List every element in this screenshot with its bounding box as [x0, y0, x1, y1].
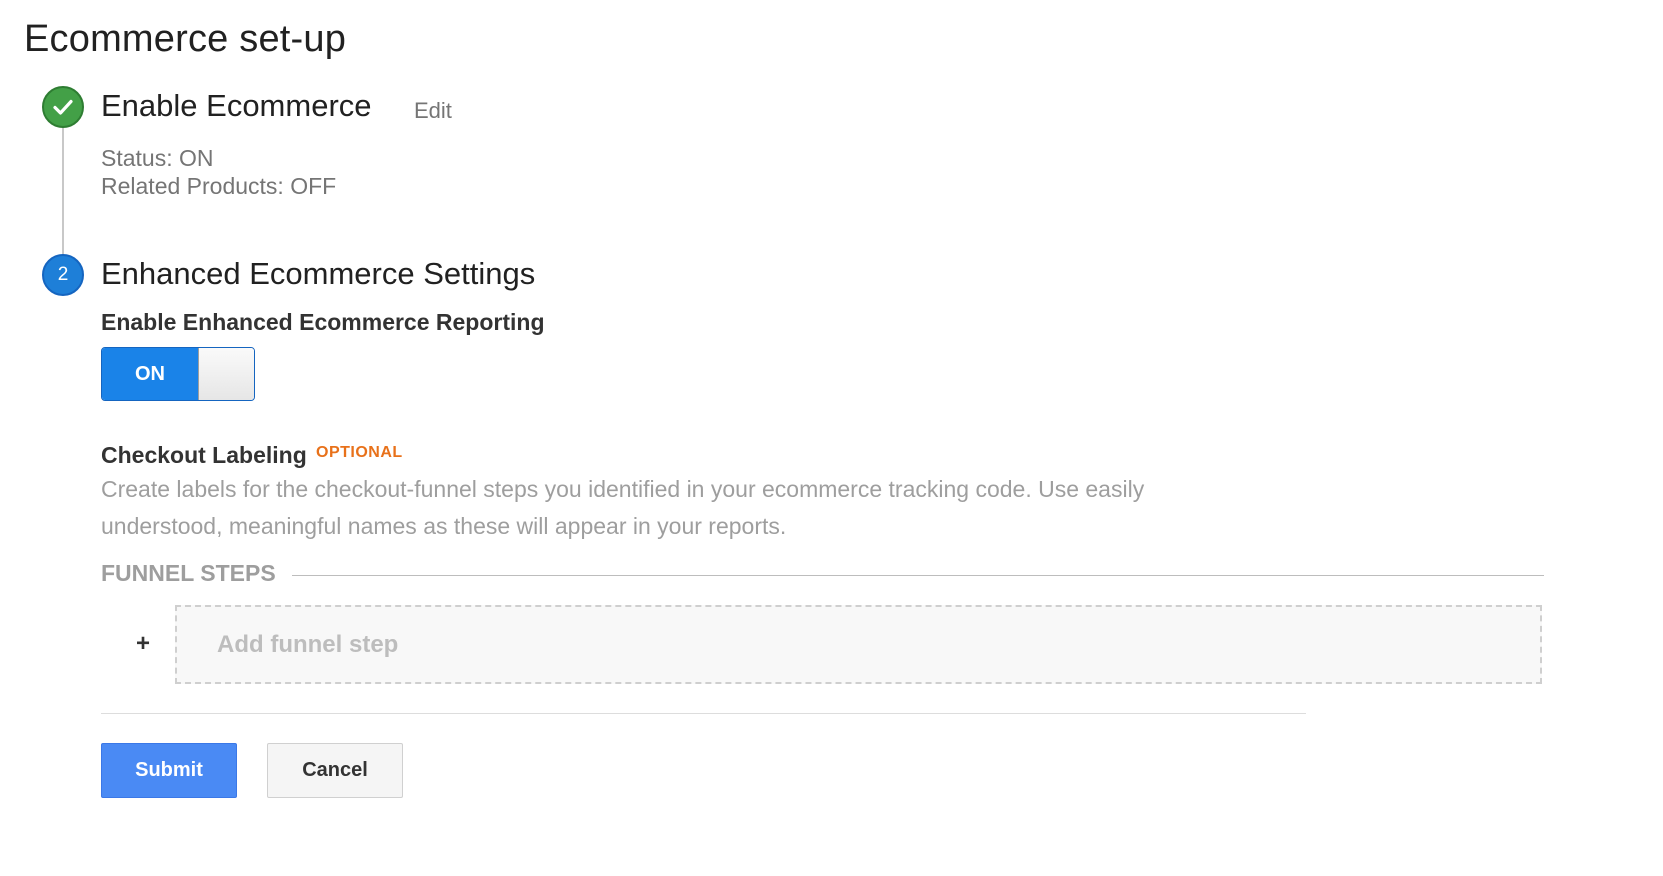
cancel-button[interactable]: Cancel [267, 743, 403, 798]
plus-icon[interactable]: + [136, 630, 150, 658]
step-connector-line [62, 112, 64, 262]
toggle-on-label: ON [102, 348, 198, 400]
add-funnel-step-button[interactable]: Add funnel step [175, 605, 1542, 684]
checkmark-icon [53, 99, 73, 115]
checkout-labeling-description: Create labels for the checkout-funnel st… [101, 476, 1145, 539]
related-products-status-text: Related Products: OFF [101, 173, 337, 199]
step-2-number: 2 [57, 264, 69, 285]
funnel-steps-header: FUNNEL STEPS [101, 560, 276, 586]
page-title: Ecommerce set-up [24, 18, 347, 60]
submit-button[interactable]: Submit [101, 743, 237, 798]
enhanced-reporting-label: Enable Enhanced Ecommerce Reporting [101, 309, 545, 335]
funnel-steps-divider [292, 575, 1544, 576]
optional-tag: OPTIONAL [316, 444, 403, 461]
add-funnel-step-label: Add funnel step [217, 630, 399, 658]
step-2-title: Enhanced Ecommerce Settings [101, 256, 536, 291]
step-2-badge: 2 [42, 254, 84, 296]
toggle-knob [198, 348, 254, 400]
footer-divider [101, 713, 1306, 714]
step-complete-badge [42, 86, 84, 128]
edit-link[interactable]: Edit [414, 98, 452, 124]
enhanced-reporting-toggle[interactable]: ON [101, 347, 255, 401]
step-1-title: Enable Ecommerce [101, 88, 372, 123]
checkout-labeling-label: Checkout Labeling [101, 442, 307, 468]
ecommerce-status-text: Status: ON [101, 145, 214, 171]
